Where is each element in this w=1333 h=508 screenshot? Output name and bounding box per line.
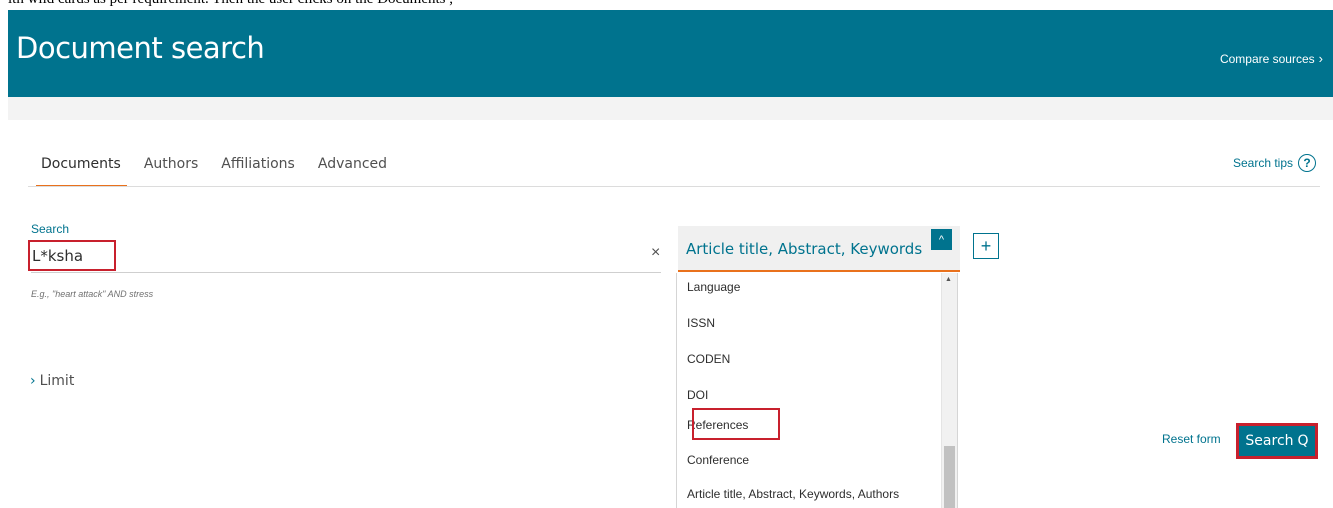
reset-form-link[interactable]: Reset form [1162,432,1221,446]
scroll-up-arrow-icon[interactable]: ▲ [945,276,952,283]
dropdown-option-coden[interactable]: CODEN [687,352,730,366]
grey-band [8,97,1333,120]
top-strip: ith wild cards as per requirement. Then … [0,0,1333,10]
top-strip-text: ith wild cards as per requirement. Then … [8,0,453,8]
search-tips-label: Search tips [1232,156,1293,170]
chevron-right-icon: › [1318,51,1323,66]
search-input[interactable] [31,237,661,273]
search-field-dropdown: Language ISSN CODEN DOI References Confe… [676,273,958,508]
tab-authors[interactable]: Authors [144,152,198,186]
search-label: Search [31,222,70,236]
scrollbar-thumb[interactable] [944,446,955,508]
search-field-selected: Article title, Abstract, Keywords [686,240,923,258]
dropdown-option-conference[interactable]: Conference [687,453,749,467]
tab-documents[interactable]: Documents [36,152,127,187]
page: ith wild cards as per requirement. Then … [0,0,1333,508]
search-tabs: Documents Authors Affiliations Advanced [36,152,410,187]
limit-label: Limit [39,373,75,389]
search-icon: Q [1297,433,1309,449]
help-icon: ? [1298,154,1316,172]
clear-icon[interactable]: × [651,244,660,262]
dropdown-option-doi[interactable]: DOI [687,388,708,402]
dropdown-option-language[interactable]: Language [687,280,740,294]
tab-affiliations[interactable]: Affiliations [221,152,295,186]
chevron-right-icon: › [30,373,36,389]
dropdown-scrollbar[interactable]: ▲ [941,273,957,508]
dropdown-option-references[interactable]: References [687,418,748,432]
dropdown-option-title-abstract-keywords-authors[interactable]: Article title, Abstract, Keywords, Autho… [687,487,899,501]
search-hint: E.g., "heart attack" AND stress [31,289,154,299]
compare-sources-link[interactable]: Compare sources › [1220,51,1323,66]
chevron-up-icon[interactable]: ^ [931,229,952,250]
search-field-select[interactable]: Article title, Abstract, Keywords ^ [678,226,960,272]
search-tips-link[interactable]: Search tips ? [1233,154,1316,172]
compare-sources-label: Compare sources [1219,52,1315,66]
dropdown-option-issn[interactable]: ISSN [687,316,715,330]
header-bar: Document search Compare sources › [8,10,1333,97]
tab-advanced[interactable]: Advanced [318,152,387,186]
limit-toggle[interactable]: › Limit [30,373,74,389]
page-title: Document search [16,31,265,65]
tabs-divider [28,186,1320,187]
add-search-field-button[interactable]: + [973,233,999,259]
search-button[interactable]: Search Q [1236,423,1318,459]
search-button-label: Search [1245,433,1294,449]
